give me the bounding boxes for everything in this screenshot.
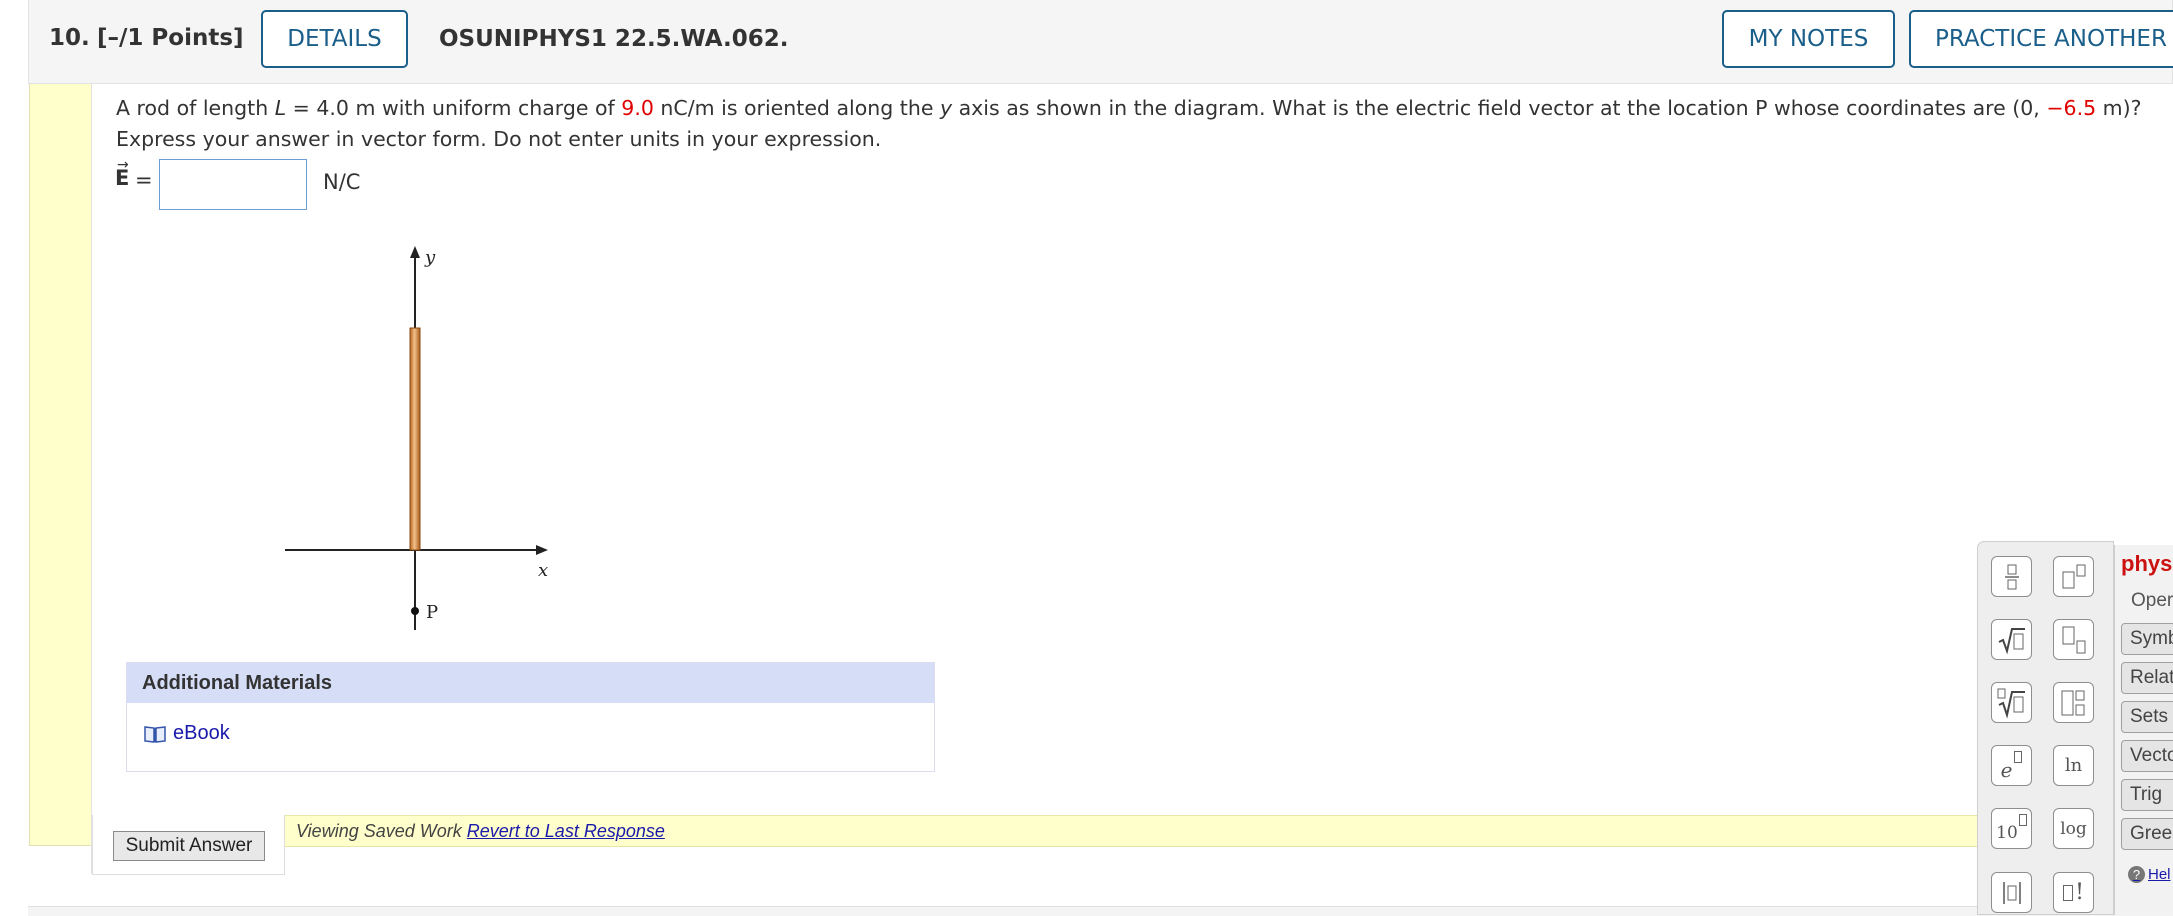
saved-work-text: Viewing Saved Work xyxy=(296,821,462,841)
point-p-marker xyxy=(411,607,419,615)
field-symbol: E xyxy=(115,166,130,190)
charge-value: 9.0 xyxy=(621,96,654,120)
physics-panel-title: phys xyxy=(2121,551,2173,576)
charged-rod xyxy=(409,327,421,551)
fraction-button[interactable] xyxy=(1991,556,2032,597)
question-text-part: nC/m is oriented along the xyxy=(653,96,940,120)
ten-power-button[interactable]: 10 xyxy=(1991,808,2032,849)
question-gutter xyxy=(29,84,91,846)
help-icon: ? xyxy=(2128,866,2145,883)
question-text-part: axis as shown in the diagram. What is th… xyxy=(952,96,2047,120)
rod-diagram: y x P xyxy=(285,246,548,630)
log-button[interactable]: log xyxy=(2053,808,2094,849)
ln-button[interactable]: ln xyxy=(2053,745,2094,786)
additional-materials: Additional Materials eBook xyxy=(126,662,935,772)
operations-label: Oper xyxy=(2131,590,2173,611)
math-palette: e ln 10 log ! xyxy=(1977,541,2114,915)
x-axis-label: x xyxy=(538,560,548,581)
e-label: e xyxy=(2000,757,2013,782)
category-trig[interactable]: Trig xyxy=(2121,779,2173,811)
sqrt-icon xyxy=(1998,627,2025,654)
details-button[interactable]: DETAILS xyxy=(261,10,408,68)
ebook-label: eBook xyxy=(173,722,230,744)
saved-work-bar: Viewing Saved Work Revert to Last Respon… xyxy=(285,815,1985,847)
y-axis-label: y xyxy=(424,247,436,268)
y-axis-arrow xyxy=(410,246,420,258)
matrix-button[interactable] xyxy=(2053,682,2094,723)
abs-icon xyxy=(2002,881,2021,904)
factorial-label: ! xyxy=(2075,880,2084,905)
var-y: y xyxy=(939,96,953,120)
submit-answer-button[interactable]: Submit Answer xyxy=(113,831,265,861)
book-icon xyxy=(144,725,166,743)
revert-link[interactable]: Revert to Last Response xyxy=(467,821,665,841)
panel-divider xyxy=(91,84,92,874)
my-notes-button[interactable]: MY NOTES xyxy=(1722,10,1895,68)
exponent-icon xyxy=(2062,564,2085,588)
coordinate-value: −6.5 xyxy=(2046,96,2097,120)
placeholder-box xyxy=(2063,884,2074,901)
question-number: 10. xyxy=(49,25,90,51)
matrix-icon xyxy=(2061,690,2084,715)
category-greek[interactable]: Greel xyxy=(2121,818,2173,850)
var-L: L xyxy=(274,96,287,120)
category-vectors[interactable]: Vecto xyxy=(2121,740,2173,772)
help-label: Hel xyxy=(2148,866,2171,883)
question-header: 10. [–/1 Points] DETAILS OSUNIPHYS1 22.5… xyxy=(28,0,2173,84)
abs-button[interactable] xyxy=(1991,872,2032,913)
ebook-link[interactable]: eBook xyxy=(143,722,230,745)
subscript-button[interactable] xyxy=(2053,619,2094,660)
category-symbols[interactable]: Symb xyxy=(2121,623,2173,655)
exponent-button[interactable] xyxy=(2053,556,2094,597)
question-text: A rod of length L = 4.0 m with uniform c… xyxy=(116,93,2156,155)
answer-input[interactable] xyxy=(159,159,307,210)
fraction-icon xyxy=(2004,564,2019,589)
help-link[interactable]: ? Hel xyxy=(2128,866,2171,883)
subscript-icon xyxy=(2062,626,2085,653)
placeholder-box xyxy=(2018,813,2027,826)
category-sets[interactable]: Sets xyxy=(2121,701,2173,733)
question-points: [–/1 Points] xyxy=(97,25,244,51)
x-axis-arrow xyxy=(536,545,548,555)
question-text-part: A rod of length xyxy=(116,96,275,120)
ten-label: 10 xyxy=(1996,822,2018,843)
point-p-label: P xyxy=(426,602,438,623)
additional-materials-title: Additional Materials xyxy=(127,663,934,703)
equals-sign: = xyxy=(135,168,153,192)
placeholder-box xyxy=(2014,750,2023,763)
factorial-button[interactable]: ! xyxy=(2053,872,2094,913)
category-relations[interactable]: Relat xyxy=(2121,662,2173,694)
problem-code: OSUNIPHYS1 22.5.WA.062. xyxy=(439,26,789,52)
answer-unit: N/C xyxy=(323,170,361,194)
physics-panel: phys Oper Symb Relat Sets Vecto Trig Gre… xyxy=(2114,545,2173,915)
nth-root-button[interactable] xyxy=(1991,682,2032,723)
e-power-button[interactable]: e xyxy=(1991,745,2032,786)
practice-another-button[interactable]: PRACTICE ANOTHER xyxy=(1909,10,2173,68)
nth-root-icon xyxy=(1997,688,2025,718)
question-text-part: = 4.0 m with uniform charge of xyxy=(286,96,622,120)
sqrt-button[interactable] xyxy=(1991,619,2032,660)
